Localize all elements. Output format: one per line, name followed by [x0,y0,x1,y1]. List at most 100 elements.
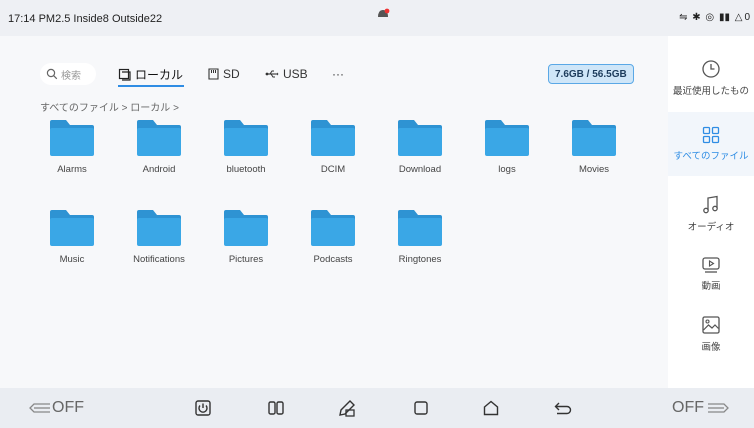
power-button[interactable] [192,398,214,418]
folder-icon [311,210,355,246]
navigation-bar: OFF OFF [0,388,754,428]
folder-item[interactable]: bluetooth [202,118,290,198]
edit-button[interactable] [336,398,358,418]
video-icon [702,257,720,273]
folder-name: Alarms [57,164,87,175]
storage-badge: 7.6GB / 56.5GB [548,64,634,84]
folder-item[interactable]: Podcasts [289,208,377,288]
right-arrows-icon [708,403,729,413]
folder-name: Download [398,164,442,175]
folder-item[interactable]: Notifications [115,208,203,288]
bluetooth-status-icon: ✱ [692,12,701,23]
folder-name: Music [59,254,85,265]
folder-icon [398,120,442,156]
sidebar-item-label: オーディオ [687,222,735,233]
status-right-text: 0 [744,12,750,23]
right-off-label: OFF [672,399,704,416]
edit-icon [339,400,355,417]
folder-name: Movies [578,164,610,175]
folder-name: Pictures [228,254,264,265]
split-screen-button[interactable] [265,398,287,418]
folder-item[interactable]: logs [463,118,551,198]
tab-usb[interactable]: USB [265,64,308,84]
back-button[interactable] [552,398,574,418]
folder-item[interactable]: Download [376,118,464,198]
folder-icon [398,210,442,246]
folder-item[interactable]: Music [28,208,116,288]
folder-icon [50,120,94,156]
usb-status-icon: ⇋ [679,12,688,23]
tab-usb-label: USB [283,67,308,81]
folder-item[interactable]: Pictures [202,208,290,288]
status-bar: 17:14 PM2.5 Inside8 Outside22 ⇋ ✱ ◎ ▮▮ △… [0,0,754,36]
folder-name: Notifications [133,254,185,265]
folder-icon [485,120,529,156]
split-screen-icon [268,401,284,415]
location-status-icon: ◎ [705,12,715,23]
active-tab-indicator [118,85,184,87]
sidebar-item-label: 最近使用したもの [672,86,749,97]
folder-name: Podcasts [313,254,353,265]
status-icons: ⇋ ✱ ◎ ▮▮ △ 0 [677,12,750,23]
usb-icon [265,70,279,78]
folder-name: bluetooth [226,164,266,175]
folder-item[interactable]: Ringtones [376,208,464,288]
search-input[interactable]: 検索 [40,63,96,85]
folder-name: Android [142,164,176,175]
sidebar-item-label: すべてのファイル [673,151,749,162]
folder-name: DCIM [320,164,346,175]
folder-name: logs [498,164,516,175]
sidebar-item-images[interactable]: 画像 [668,302,754,366]
folder-icon [311,120,355,156]
folder-icon [224,120,268,156]
sidebar-item-label: 画像 [701,342,721,353]
sidebar-item-audio[interactable]: オーディオ [668,182,754,246]
more-button[interactable]: ··· [332,64,344,84]
folder-item[interactable]: Android [115,118,203,198]
home-icon [483,400,499,416]
file-browser-main: 検索 ローカル SD USB ··· 7.6GB / 56.5GB すべてのファ… [0,36,668,388]
tab-sd-label: SD [223,67,240,81]
folder-icon [137,210,181,246]
folder-icon [224,210,268,246]
toolbar: 検索 ローカル SD USB ··· 7.6GB / 56.5GB [40,60,640,88]
search-placeholder: 検索 [61,70,81,82]
search-icon [46,68,58,80]
local-storage-icon [118,68,131,81]
left-off-button[interactable]: OFF [28,399,84,417]
folder-icon [50,210,94,246]
left-arrows-icon [29,403,50,413]
tab-sd[interactable]: SD [208,64,240,84]
tab-local-label: ローカル [135,67,184,82]
sidebar-item-label: 動画 [701,281,721,292]
sd-card-icon [208,68,219,80]
right-off-button[interactable]: OFF [672,399,730,417]
home-button[interactable] [480,398,502,418]
sidebar-item-recent[interactable]: 最近使用したもの [668,46,754,110]
tab-local[interactable]: ローカル [118,64,183,84]
breadcrumb[interactable]: すべてのファイル > ローカル > [40,99,179,114]
image-icon [702,316,720,334]
folder-item[interactable]: Alarms [28,118,116,198]
folder-item[interactable]: DCIM [289,118,377,198]
clock-icon [702,60,720,78]
warning-status-icon: △ [734,12,743,23]
signal-status-icon: ▮▮ [718,12,730,23]
status-text: 17:14 PM2.5 Inside8 Outside22 [8,13,163,25]
square-icon [414,401,428,415]
left-off-label: OFF [52,399,84,416]
folder-icon [137,120,181,156]
grid-icon [702,126,720,144]
sidebar-item-all-files[interactable]: すべてのファイル [668,112,754,176]
recent-apps-button[interactable] [410,398,432,418]
folder-icon [572,120,616,156]
notification-icon [376,8,390,23]
more-icon: ··· [332,67,344,81]
music-note-icon [703,195,718,214]
category-sidebar: 最近使用したもの すべてのファイル オーディオ 動画 画像 [668,36,754,388]
power-icon [195,400,211,416]
sidebar-item-video[interactable]: 動画 [668,242,754,306]
folder-item[interactable]: Movies [550,118,638,198]
back-arrow-icon [554,402,572,415]
folder-name: Ringtones [398,254,442,265]
